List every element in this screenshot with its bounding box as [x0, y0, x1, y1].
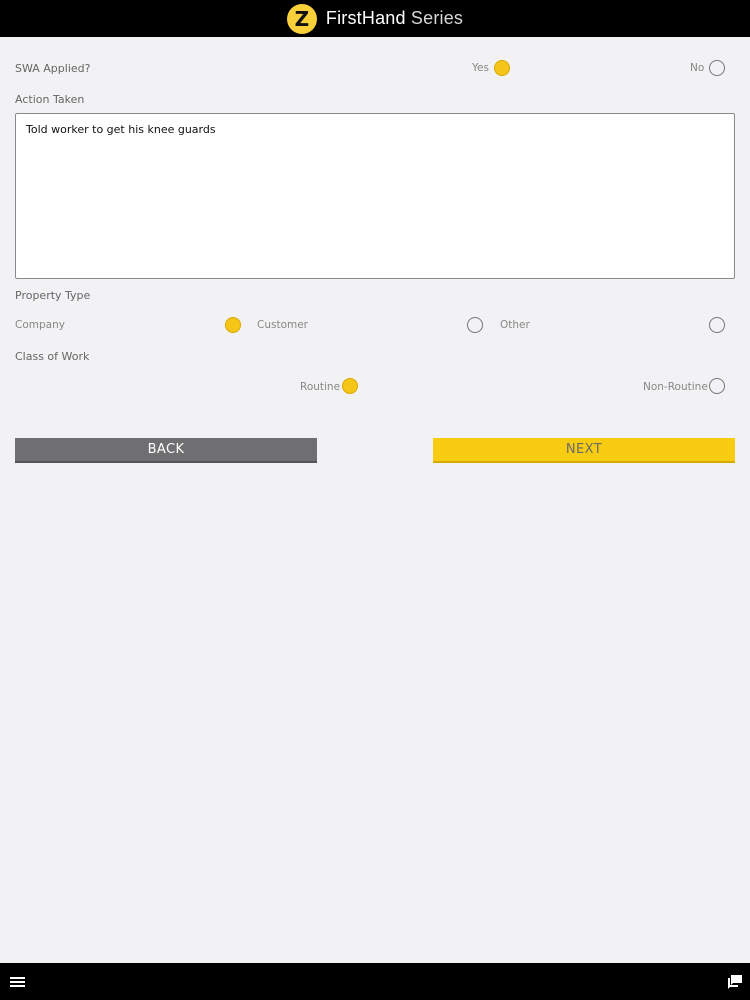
property-company-label: Company — [15, 319, 65, 331]
swa-no-label: No — [690, 62, 705, 74]
property-customer-radio[interactable] — [467, 317, 483, 333]
property-other-label: Other — [500, 319, 530, 331]
action-taken-textarea[interactable]: Told worker to get his knee guards — [15, 113, 735, 279]
swa-applied-label: SWA Applied? — [15, 62, 91, 75]
swa-yes-radio[interactable] — [494, 60, 510, 76]
brand-name: FirstHand Series — [326, 8, 463, 29]
work-routine-radio[interactable] — [342, 378, 358, 394]
work-non-routine-label: Non-Routine — [643, 381, 708, 393]
app-header: Z FirstHand Series — [0, 0, 750, 37]
property-other-radio[interactable] — [709, 317, 725, 333]
back-button[interactable]: BACK — [15, 438, 317, 463]
work-non-routine-radio[interactable] — [709, 378, 725, 394]
z-logo-icon: Z — [286, 3, 317, 34]
action-taken-label: Action Taken — [15, 93, 85, 106]
app-logo: Z FirstHand Series — [286, 3, 463, 34]
next-button[interactable]: NEXT — [433, 438, 735, 463]
bottom-toolbar — [0, 963, 750, 1000]
brand-name-light: Series — [405, 8, 464, 28]
property-customer-label: Customer — [257, 319, 309, 331]
property-type-label: Property Type — [15, 289, 91, 302]
class-of-work-label: Class of Work — [15, 350, 90, 363]
property-company-radio[interactable] — [225, 317, 241, 333]
work-routine-label: Routine — [300, 381, 341, 393]
brand-name-bold: FirstHand — [325, 8, 406, 28]
swa-yes-label: Yes — [472, 62, 489, 74]
chat-icon[interactable] — [726, 972, 744, 990]
hamburger-menu-icon[interactable] — [10, 977, 25, 987]
swa-no-radio[interactable] — [709, 60, 725, 76]
